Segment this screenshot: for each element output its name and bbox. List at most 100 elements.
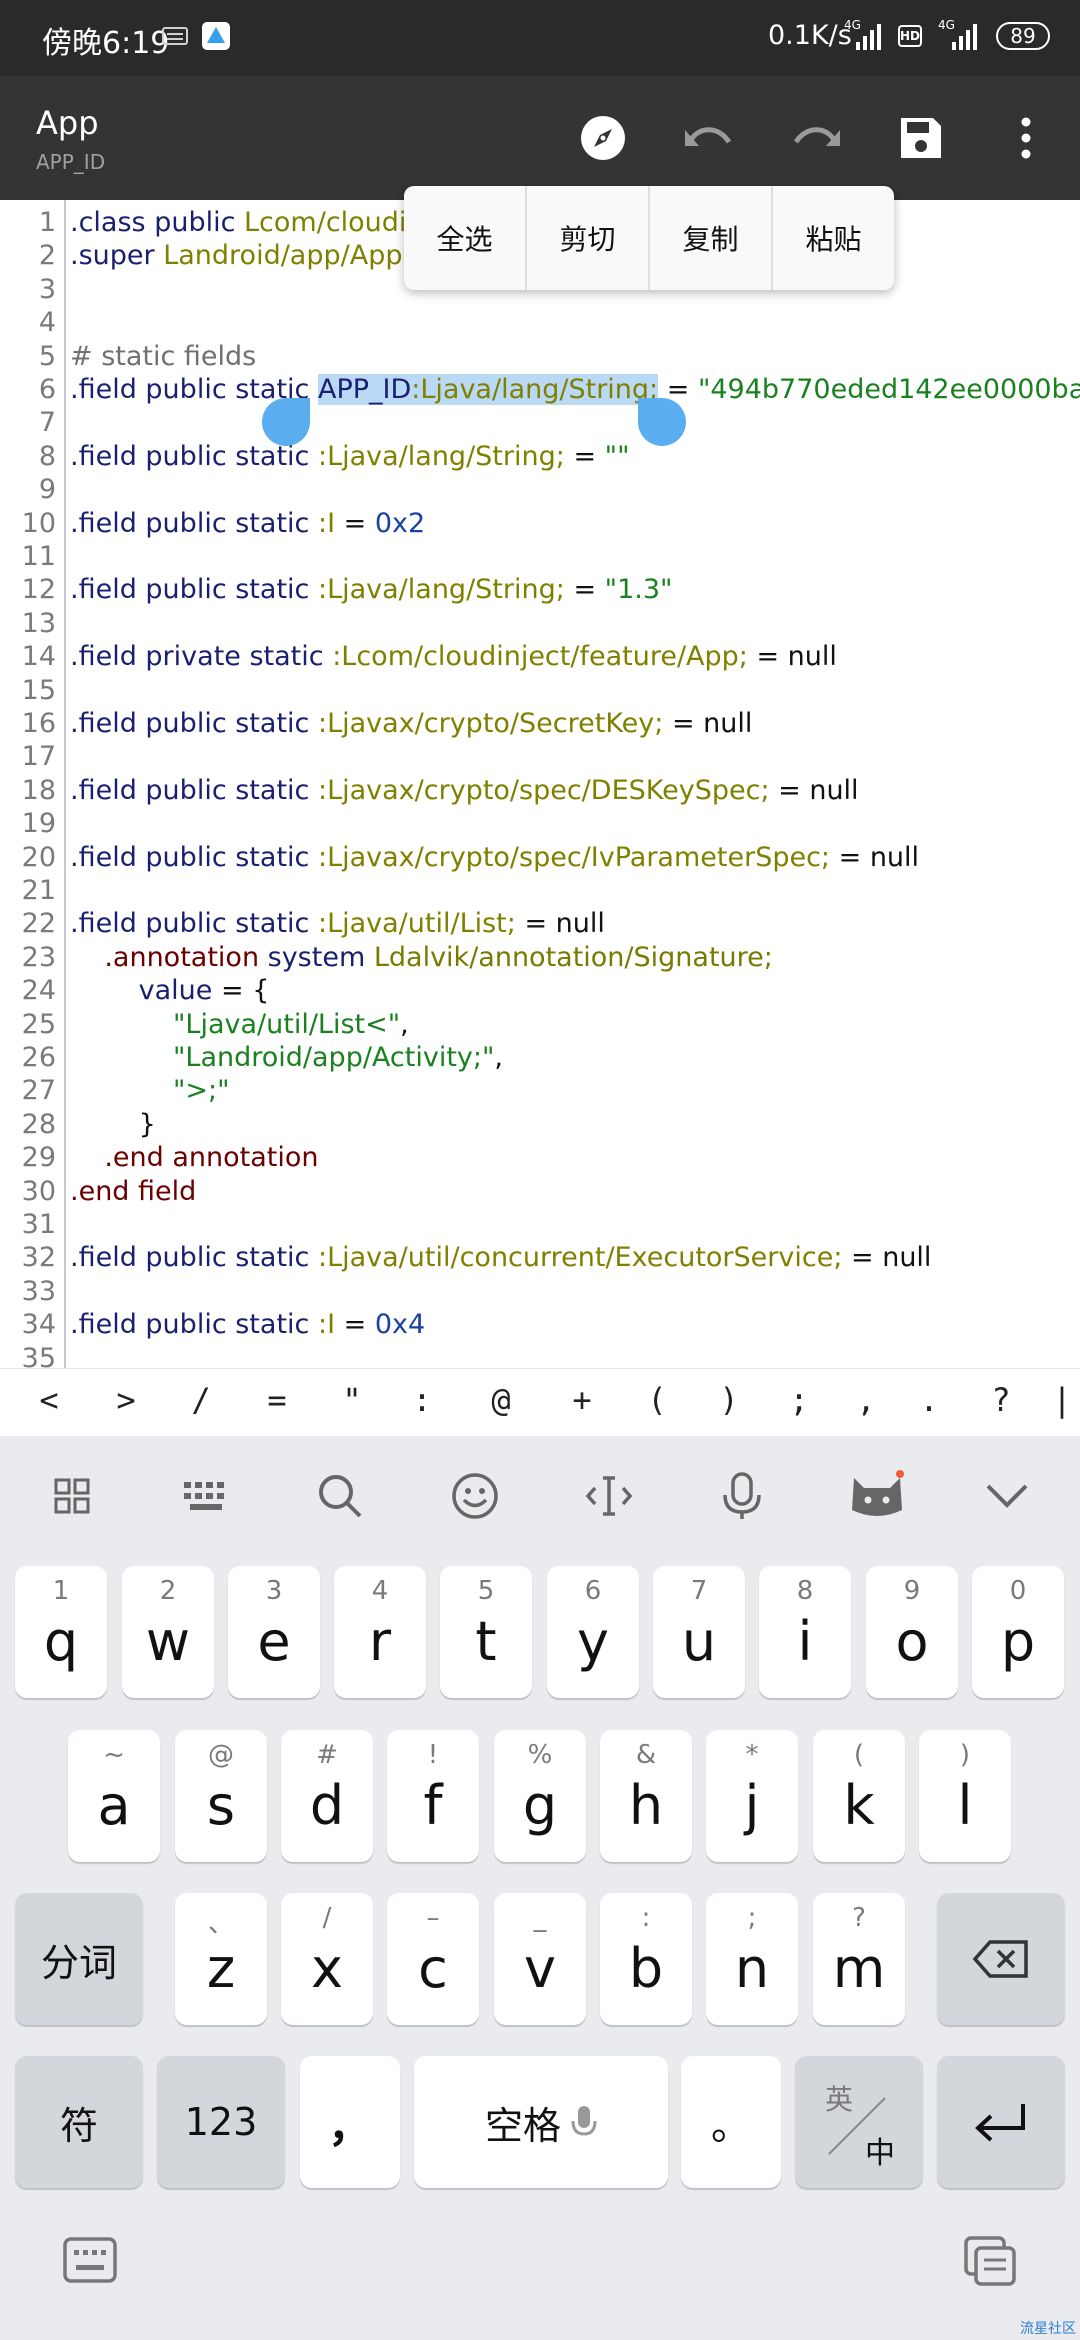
code-line[interactable]: 30 .end field (0, 1175, 1080, 1208)
code-line[interactable]: 17 (0, 740, 1080, 773)
key-l[interactable]: ) l (919, 1730, 1011, 1862)
code-editor[interactable]: 1 .class public Lcom/cloudi 2 .super Landro… (0, 200, 1080, 1368)
keyboard-switch-button[interactable] (62, 2236, 118, 2292)
language-switch-key[interactable]: 英 中 (795, 2056, 923, 2188)
code-line[interactable]: 7 (0, 406, 1080, 439)
key-q[interactable]: 1q (15, 1566, 107, 1698)
mascot-button[interactable] (845, 1464, 909, 1528)
key-r[interactable]: 4r (334, 1566, 426, 1698)
keyboard-layout-button[interactable] (174, 1464, 238, 1528)
code-line[interactable]: 27 ">;" (0, 1074, 1080, 1107)
code-line[interactable]: 15 (0, 674, 1080, 707)
code-line[interactable]: 13 (0, 607, 1080, 640)
code-line[interactable]: 9 (0, 473, 1080, 506)
backspace-key[interactable] (937, 1893, 1065, 2025)
symbol-key[interactable]: @ (476, 1381, 526, 1419)
key-c[interactable]: – c (387, 1893, 479, 2025)
segment-key[interactable]: 分词 (15, 1893, 143, 2025)
key-n[interactable]: ; n (706, 1893, 798, 2025)
symbol-key[interactable]: < (24, 1381, 74, 1419)
key-u[interactable]: 7u (653, 1566, 745, 1698)
key-s[interactable]: @ s (175, 1730, 267, 1862)
key-k[interactable]: (k (813, 1730, 905, 1862)
symbol-key[interactable]: : (397, 1381, 447, 1419)
code-line[interactable]: 8 .field public static :Ljava/lang/String… (0, 440, 1080, 473)
code-line[interactable]: 11 (0, 540, 1080, 573)
apps-button[interactable] (40, 1464, 104, 1528)
copy-menu-item[interactable]: 复制 (650, 186, 773, 290)
key-v[interactable]: _ v (494, 1893, 586, 2025)
emoji-button[interactable] (443, 1464, 507, 1528)
navigate-button[interactable] (575, 110, 631, 166)
code-line[interactable]: 33 (0, 1275, 1080, 1308)
key-j[interactable]: * j (706, 1730, 798, 1862)
selection-end-handle[interactable] (638, 398, 686, 446)
symbol-key[interactable]: | (1047, 1381, 1077, 1419)
enter-key[interactable] (937, 2056, 1065, 2188)
key-p[interactable]: 0p (972, 1566, 1064, 1698)
symbol-key[interactable]: ( (632, 1381, 682, 1419)
code-line[interactable]: 4 (0, 306, 1080, 339)
code-line[interactable]: 32 .field public static :Ljava/util/concu… (0, 1241, 1080, 1274)
code-line[interactable]: 6 .field public static APP_ID:Ljava/lang/… (0, 373, 1080, 406)
code-line[interactable]: 28 } (0, 1108, 1080, 1141)
key-d[interactable]: # d (281, 1730, 373, 1862)
symbol-key[interactable]: , (841, 1381, 891, 1419)
code-line[interactable]: 21 (0, 874, 1080, 907)
code-line[interactable]: 29 .end annotation (0, 1141, 1080, 1174)
code-line[interactable]: 5 # static fields (0, 340, 1080, 373)
cursor-control-button[interactable] (577, 1464, 641, 1528)
code-line[interactable]: 18 .field public static :Ljavax/crypto/sp… (0, 774, 1080, 807)
key-o[interactable]: 9o (866, 1566, 958, 1698)
symbol-key[interactable]: ? (976, 1381, 1026, 1419)
redo-button[interactable] (788, 110, 844, 166)
symbol-key[interactable]: ) (704, 1381, 754, 1419)
more-options-button[interactable] (998, 110, 1054, 166)
code-line[interactable]: 31 (0, 1208, 1080, 1241)
select-all-menu-item[interactable]: 全选 (404, 186, 527, 290)
clipboard-button[interactable] (962, 2236, 1018, 2292)
symbol-key[interactable]: + (557, 1381, 607, 1419)
key-g[interactable]: % g (494, 1730, 586, 1862)
search-button[interactable] (308, 1464, 372, 1528)
symbol-key[interactable]: > (101, 1381, 151, 1419)
code-line[interactable]: 26 "Landroid/app/Activity;", (0, 1041, 1080, 1074)
code-line[interactable]: 14 .field private static :Lcom/cloudinjec… (0, 640, 1080, 673)
key-h[interactable]: & h (600, 1730, 692, 1862)
key-a[interactable]: ~ a (68, 1730, 160, 1862)
code-line[interactable]: 35 (0, 1342, 1080, 1368)
key-b[interactable]: :b (600, 1893, 692, 2025)
key-x[interactable]: / x (281, 1893, 373, 2025)
symbols-key[interactable]: 符 (15, 2056, 143, 2188)
key-t[interactable]: 5t (440, 1566, 532, 1698)
code-line[interactable]: 20 .field public static :Ljavax/crypto/sp… (0, 841, 1080, 874)
code-line[interactable]: 34 .field public static :I = 0x4 (0, 1308, 1080, 1341)
code-line[interactable]: 10 .field public static :I = 0x2 (0, 507, 1080, 540)
cut-menu-item[interactable]: 剪切 (527, 186, 650, 290)
key-m[interactable]: ? m (813, 1893, 905, 2025)
code-line[interactable]: 25 "Ljava/util/List<", (0, 1008, 1080, 1041)
selection-start-handle[interactable] (262, 398, 310, 446)
key-i[interactable]: 8i (759, 1566, 851, 1698)
hide-keyboard-button[interactable] (975, 1464, 1039, 1528)
key-z[interactable]: 、 z (175, 1893, 267, 2025)
numbers-key[interactable]: 123 (157, 2056, 285, 2188)
code-line[interactable]: 12 .field public static :Ljava/lang/Strin… (0, 573, 1080, 606)
comma-key[interactable]: ， (300, 2056, 400, 2188)
symbol-key[interactable]: = (252, 1381, 302, 1419)
symbol-key[interactable]: ; (774, 1381, 824, 1419)
undo-button[interactable] (681, 110, 737, 166)
code-line[interactable]: 19 (0, 807, 1080, 840)
space-key[interactable]: 空格 (414, 2056, 668, 2188)
code-line[interactable]: 16 .field public static :Ljavax/crypto/Se… (0, 707, 1080, 740)
key-f[interactable]: ! f (387, 1730, 479, 1862)
code-line[interactable]: 22 .field public static :Ljava/util/List;… (0, 907, 1080, 940)
key-w[interactable]: 2w (122, 1566, 214, 1698)
symbol-key[interactable]: . (904, 1381, 954, 1419)
save-button[interactable] (893, 110, 949, 166)
voice-input-button[interactable] (710, 1464, 774, 1528)
key-e[interactable]: 3e (228, 1566, 320, 1698)
key-y[interactable]: 6y (547, 1566, 639, 1698)
code-line[interactable]: 24 value = { (0, 974, 1080, 1007)
code-line[interactable]: 23 .annotation system Ldalvik/annotation… (0, 941, 1080, 974)
